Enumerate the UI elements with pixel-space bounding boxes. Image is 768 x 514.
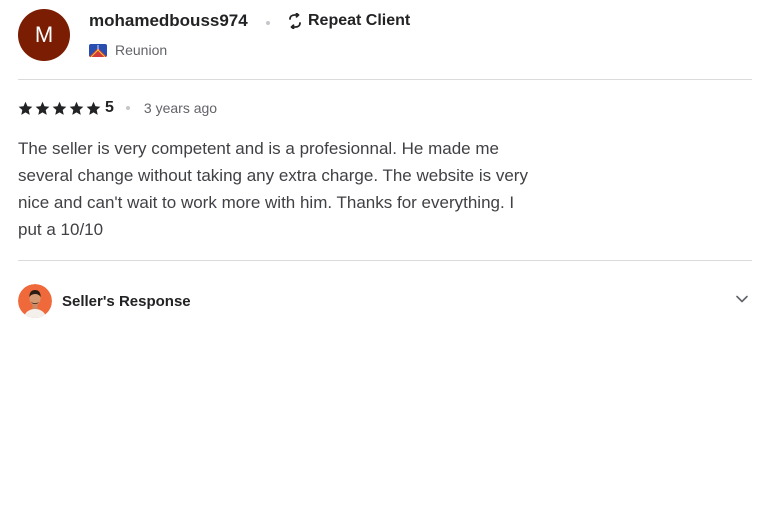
seller-avatar bbox=[18, 284, 52, 318]
star-icon bbox=[35, 101, 50, 115]
chevron-down-icon[interactable] bbox=[734, 291, 750, 307]
reviewer-avatar[interactable]: M bbox=[18, 9, 70, 61]
review-card: M mohamedbouss974 Repeat Client Reunion bbox=[0, 0, 768, 514]
header-divider bbox=[18, 79, 752, 80]
star-icon bbox=[52, 101, 67, 115]
reviewer-username[interactable]: mohamedbouss974 bbox=[89, 11, 248, 31]
repeat-icon bbox=[289, 13, 301, 29]
review-text: The seller is very competent and is a pr… bbox=[18, 139, 528, 239]
seller-response-label: Seller's Response bbox=[62, 292, 191, 310]
star-icon bbox=[86, 101, 101, 115]
rating-value: 5 bbox=[105, 99, 114, 116]
seller-response-toggle[interactable]: Seller's Response bbox=[18, 283, 752, 319]
response-divider bbox=[18, 260, 752, 261]
repeat-client-label: Repeat Client bbox=[308, 12, 411, 29]
rating-row: 5 3 years ago bbox=[18, 99, 217, 117]
review-time: 3 years ago bbox=[143, 100, 218, 116]
reviewer-country: Reunion bbox=[89, 42, 167, 58]
country-name: Reunion bbox=[115, 42, 168, 58]
star-icon bbox=[69, 101, 84, 115]
avatar-initial: M bbox=[34, 22, 54, 47]
separator-dot bbox=[125, 106, 130, 110]
repeat-client-badge: Repeat Client bbox=[286, 12, 410, 30]
star-icon bbox=[18, 101, 33, 115]
flag-icon bbox=[89, 43, 107, 57]
reviewer-header: M mohamedbouss974 Repeat Client Reunion bbox=[18, 9, 752, 63]
star-rating bbox=[18, 101, 101, 116]
separator-dot bbox=[266, 21, 270, 25]
